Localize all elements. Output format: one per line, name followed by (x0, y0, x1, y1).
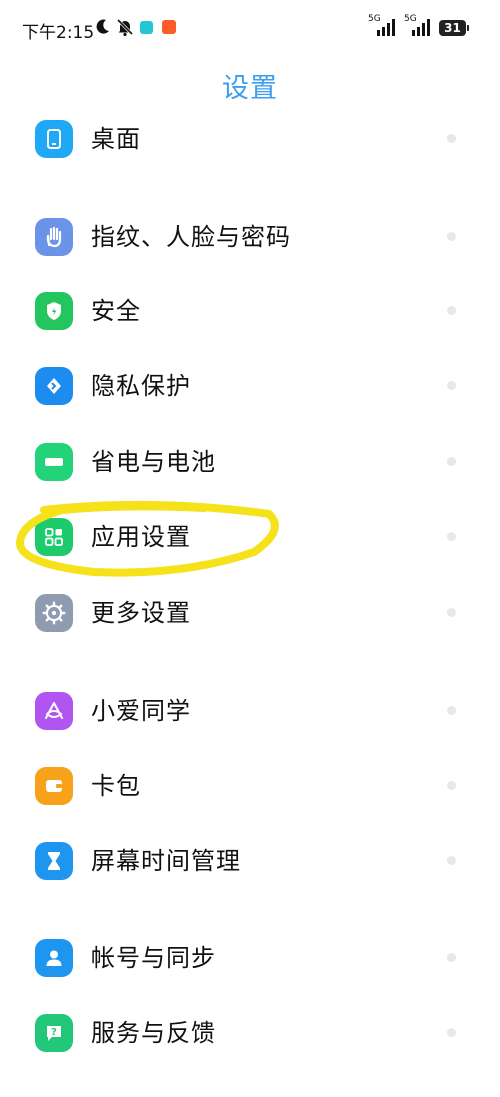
chevron-right-icon (447, 953, 456, 962)
menu-item-label: 隐私保护 (91, 372, 191, 400)
chevron-right-icon (447, 134, 456, 143)
chevron-right-icon (447, 306, 456, 315)
chevron-right-icon (447, 608, 456, 617)
menu-item-service-feedback[interactable]: ? 服务与反馈 (0, 1003, 500, 1063)
app-notification-icon (162, 20, 176, 34)
menu-item-label: 省电与电池 (91, 448, 216, 476)
svg-text:?: ? (51, 1027, 57, 1038)
apps-grid-icon (35, 518, 73, 556)
chevron-right-icon (447, 706, 456, 715)
help-icon: ? (35, 1014, 73, 1052)
app-notification-icon (140, 21, 153, 34)
menu-item-label: 服务与反馈 (91, 1019, 216, 1047)
menu-item-fingerprint-face-password[interactable]: 指纹、人脸与密码 (0, 207, 500, 267)
menu-item-label: 应用设置 (91, 523, 191, 551)
menu-item-app-settings[interactable]: 应用设置 (0, 507, 500, 567)
signal-type-label: 5G (368, 14, 381, 24)
menu-item-label: 小爱同学 (91, 697, 191, 725)
desktop-icon (35, 120, 73, 158)
menu-item-label: 卡包 (91, 772, 141, 800)
battery-icon (35, 443, 73, 481)
menu-item-account-sync[interactable]: 帐号与同步 (0, 928, 500, 988)
xiaoai-icon (35, 692, 73, 730)
chevron-right-icon (447, 232, 456, 241)
menu-item-label: 指纹、人脸与密码 (91, 223, 291, 251)
hourglass-icon (35, 842, 73, 880)
menu-item-security[interactable]: 安全 (0, 281, 500, 341)
wallet-icon (35, 767, 73, 805)
privacy-icon (35, 367, 73, 405)
menu-item-privacy[interactable]: 隐私保护 (0, 356, 500, 416)
menu-item-label: 帐号与同步 (91, 944, 216, 972)
menu-item-label: 安全 (91, 297, 141, 325)
menu-item-desktop[interactable]: 桌面 (0, 109, 500, 169)
status-time: 下午2:15 (22, 23, 95, 43)
person-icon (35, 939, 73, 977)
chevron-right-icon (447, 781, 456, 790)
battery-indicator: 31 (439, 20, 469, 36)
chevron-right-icon (447, 381, 456, 390)
hand-icon (35, 218, 73, 256)
gear-icon (35, 594, 73, 632)
chevron-right-icon (447, 532, 456, 541)
bell-off-icon (116, 18, 134, 41)
chevron-right-icon (447, 1028, 456, 1037)
menu-item-wallet[interactable]: 卡包 (0, 756, 500, 816)
chevron-right-icon (447, 856, 456, 865)
menu-item-label: 桌面 (91, 125, 141, 153)
chevron-right-icon (447, 457, 456, 466)
menu-item-label: 更多设置 (91, 599, 191, 627)
status-bar: 下午2:15 5G 5G 31 (0, 0, 500, 58)
menu-item-more-settings[interactable]: 更多设置 (0, 583, 500, 643)
menu-item-screen-time[interactable]: 屏幕时间管理 (0, 831, 500, 891)
menu-item-xiaoai[interactable]: 小爱同学 (0, 681, 500, 741)
moon-icon (95, 18, 111, 41)
page-title: 设置 (222, 73, 278, 104)
signal-type-label: 5G (404, 14, 417, 24)
menu-item-label: 屏幕时间管理 (91, 847, 241, 875)
menu-item-battery[interactable]: 省电与电池 (0, 432, 500, 492)
shield-icon (35, 292, 73, 330)
